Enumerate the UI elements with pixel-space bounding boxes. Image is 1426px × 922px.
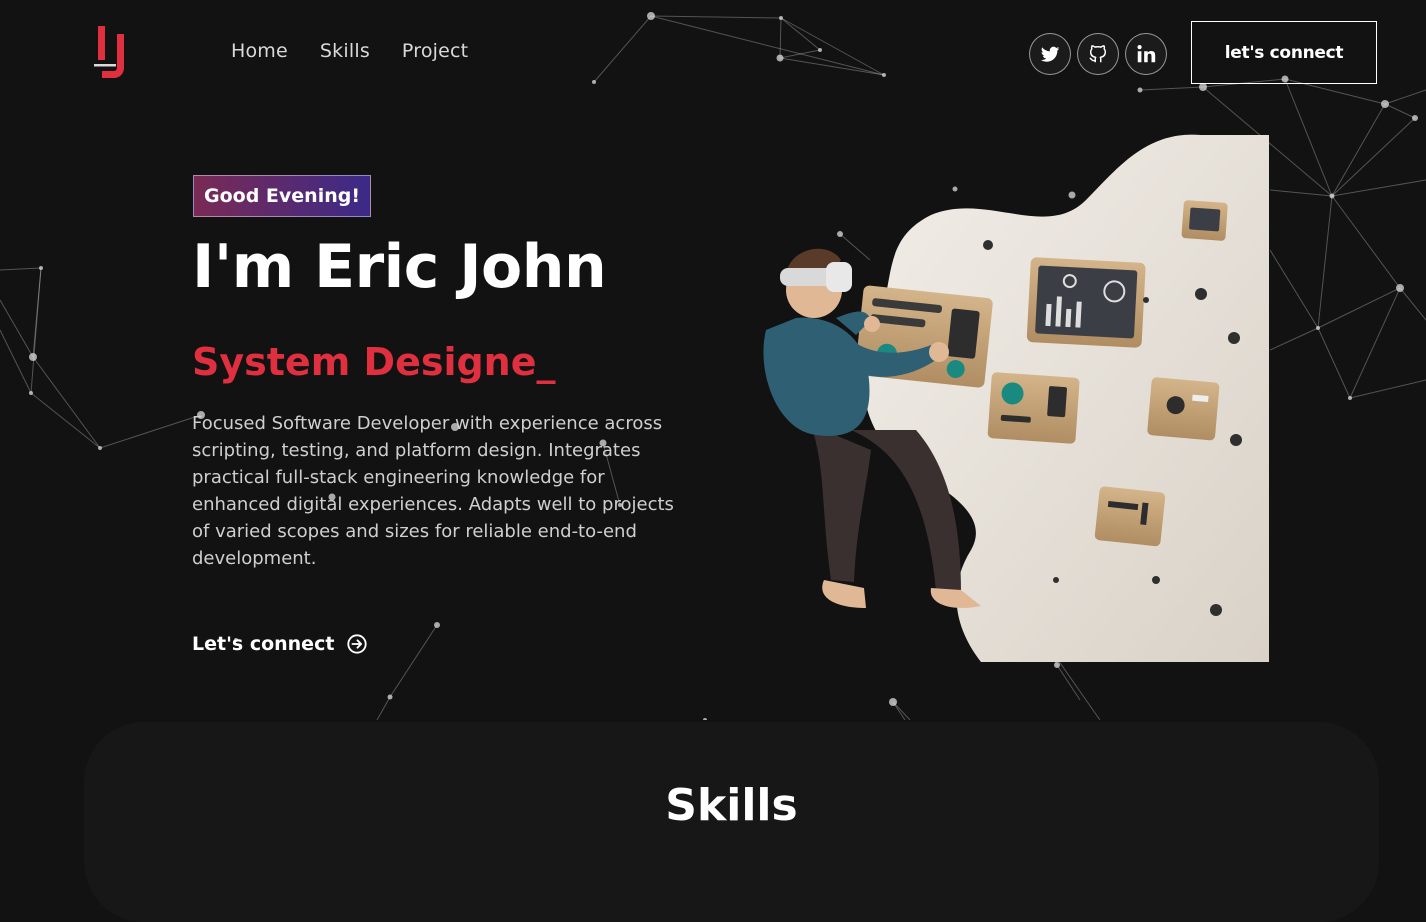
illustration-panel	[987, 372, 1080, 444]
hero-headline: I'm Eric John	[192, 232, 607, 302]
hero-bio: Focused Software Developer with experien…	[192, 413, 674, 569]
arrow-right-circle-icon	[347, 634, 368, 654]
illustration-panel	[1147, 377, 1220, 441]
skills-section: Skills	[84, 722, 1379, 922]
illustration-panel	[1181, 200, 1228, 241]
illustration-panel	[1026, 257, 1146, 348]
lets-connect-cta[interactable]: Let's connect	[192, 633, 368, 655]
github-icon	[1089, 45, 1107, 63]
nav-link-project[interactable]: Project	[402, 40, 468, 62]
illustration-panel	[1094, 486, 1166, 547]
social-links	[1029, 33, 1167, 75]
skills-title: Skills	[665, 780, 798, 831]
cta-label: Let's connect	[192, 633, 335, 655]
nav-link-home[interactable]: Home	[231, 40, 288, 62]
github-link[interactable]	[1077, 33, 1119, 75]
vr-developer-illustration	[763, 134, 1269, 663]
nav-links: Home Skills Project	[231, 40, 468, 62]
hero-role-typewriter: System Designe_	[192, 340, 556, 384]
nav-link-skills[interactable]: Skills	[320, 40, 370, 62]
lets-connect-button[interactable]: let's connect	[1191, 21, 1377, 84]
greeting-badge: Good Evening!	[193, 175, 371, 217]
twitter-icon	[1040, 46, 1060, 62]
logo-mark[interactable]	[92, 24, 132, 84]
linkedin-icon	[1137, 45, 1156, 63]
linkedin-link[interactable]	[1125, 33, 1167, 75]
top-nav: Home Skills Project let's connect	[0, 0, 1426, 110]
twitter-link[interactable]	[1029, 33, 1071, 75]
